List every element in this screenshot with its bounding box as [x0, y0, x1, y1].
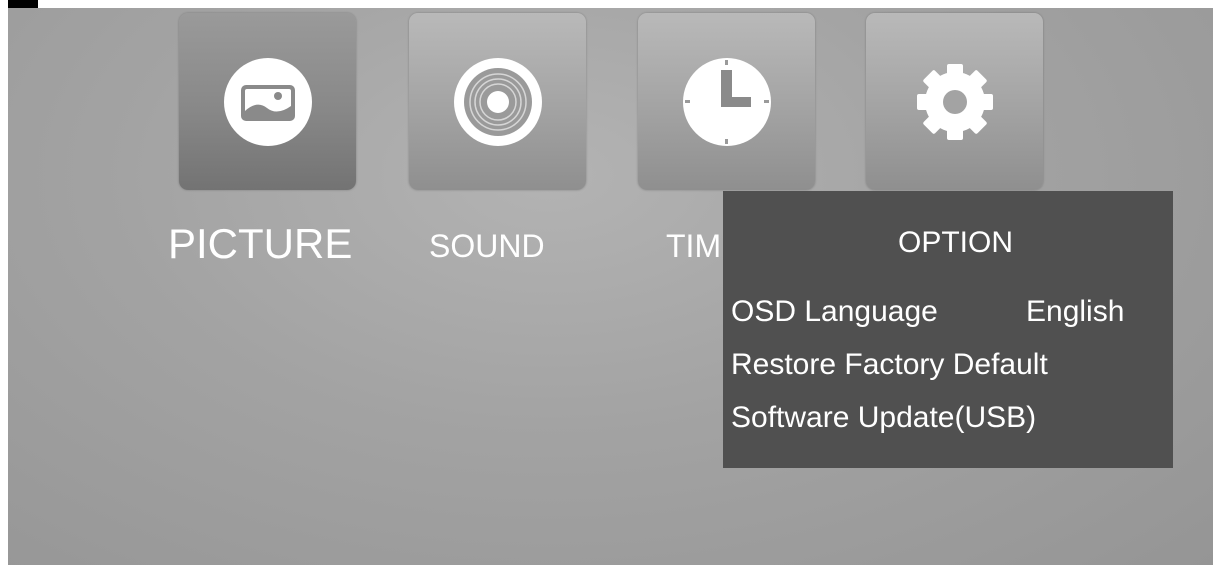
clock-icon: [682, 57, 771, 146]
option-panel: OPTION OSD Language English Restore Fact…: [723, 191, 1173, 468]
option-panel-title: OPTION: [897, 226, 1013, 259]
menu-item-osd-language[interactable]: OSD Language English: [731, 295, 1124, 329]
crop-mark: [8, 0, 38, 8]
tab-sound-label[interactable]: SOUND: [429, 228, 545, 265]
tab-picture[interactable]: [179, 13, 356, 190]
tab-time[interactable]: [638, 13, 815, 190]
osd-language-label: OSD Language: [731, 295, 938, 328]
tv-menu-screen: PICTURE SOUND TIM OPTION OSD Language En…: [8, 8, 1213, 565]
picture-icon: [223, 57, 312, 146]
osd-language-value[interactable]: English: [1026, 295, 1124, 329]
software-update-label: Software Update(USB): [731, 401, 1037, 434]
tab-sound[interactable]: [409, 13, 586, 190]
gear-icon: [916, 63, 993, 140]
tab-option[interactable]: [866, 13, 1043, 190]
sound-icon: [453, 57, 542, 146]
restore-factory-default-label: Restore Factory Default: [731, 348, 1048, 381]
tab-picture-label[interactable]: PICTURE: [168, 220, 352, 268]
menu-item-software-update[interactable]: Software Update(USB): [731, 401, 1036, 435]
menu-item-restore-factory-default[interactable]: Restore Factory Default: [731, 348, 1048, 382]
tab-time-label[interactable]: TIM: [666, 228, 721, 265]
